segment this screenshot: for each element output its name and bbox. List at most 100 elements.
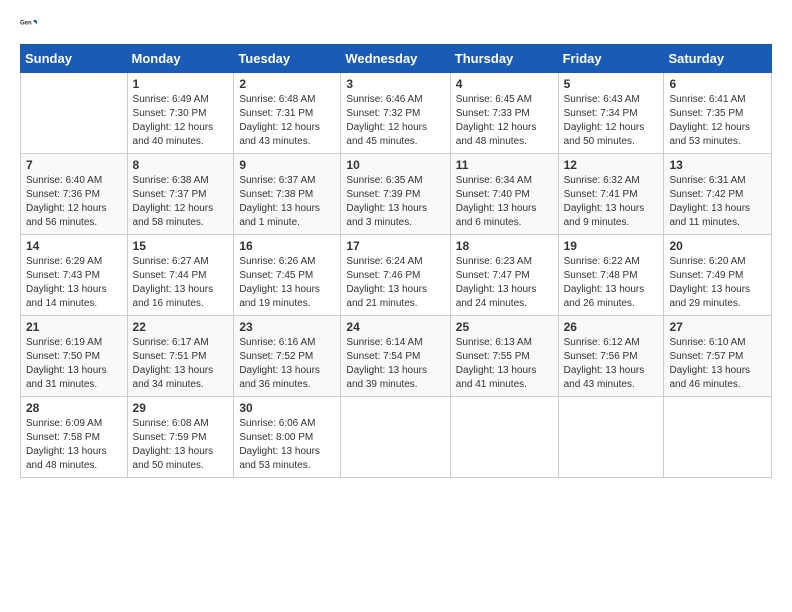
calendar-cell bbox=[450, 397, 558, 478]
day-number: 2 bbox=[239, 77, 335, 91]
day-number: 3 bbox=[346, 77, 444, 91]
calendar-cell bbox=[21, 73, 128, 154]
day-info: Sunrise: 6:13 AM Sunset: 7:55 PM Dayligh… bbox=[456, 336, 553, 392]
calendar-cell: 10Sunrise: 6:35 AM Sunset: 7:39 PM Dayli… bbox=[341, 154, 450, 235]
day-number: 25 bbox=[456, 320, 553, 334]
calendar-cell: 5 Sunrise: 6:43 AM Sunset: 7:34 PM Daylig… bbox=[558, 73, 664, 154]
logo-icon: Gen bbox=[20, 16, 38, 34]
day-info: Sunrise: 6:31 AM Sunset: 7:42 PM Dayligh… bbox=[669, 174, 766, 230]
day-number: 1 bbox=[133, 77, 229, 91]
weekday-header-saturday: Saturday bbox=[664, 45, 772, 73]
calendar-cell: 4 Sunrise: 6:45 AM Sunset: 7:33 PM Daylig… bbox=[450, 73, 558, 154]
calendar-cell: 6Sunrise: 6:41 AM Sunset: 7:35 PM Daylig… bbox=[664, 73, 772, 154]
calendar-cell: 17 Sunrise: 6:24 AM Sunset: 7:46 PM Dayli… bbox=[341, 235, 450, 316]
day-number: 18 bbox=[456, 239, 553, 253]
week-row-3: 14 Sunrise: 6:29 AM Sunset: 7:43 PM Dayli… bbox=[21, 235, 772, 316]
day-info: Sunrise: 6:35 AM Sunset: 7:39 PM Dayligh… bbox=[346, 174, 444, 230]
day-info: Sunrise: 6:17 AM Sunset: 7:51 PM Dayligh… bbox=[133, 336, 229, 392]
day-number: 29 bbox=[133, 401, 229, 415]
calendar-cell: 1 Sunrise: 6:49 AM Sunset: 7:30 PM Daylig… bbox=[127, 73, 234, 154]
header: Gen bbox=[20, 16, 772, 34]
day-info: Sunrise: 6:23 AM Sunset: 7:47 PM Dayligh… bbox=[456, 255, 553, 311]
svg-text:Gen: Gen bbox=[20, 20, 32, 26]
day-info: Sunrise: 6:16 AM Sunset: 7:52 PM Dayligh… bbox=[239, 336, 335, 392]
weekday-header-tuesday: Tuesday bbox=[234, 45, 341, 73]
page: Gen SundayMondayTuesdayWednesdayThursday… bbox=[0, 0, 792, 612]
day-number: 16 bbox=[239, 239, 335, 253]
week-row-5: 28Sunrise: 6:09 AM Sunset: 7:58 PM Dayli… bbox=[21, 397, 772, 478]
day-info: Sunrise: 6:22 AM Sunset: 7:48 PM Dayligh… bbox=[564, 255, 659, 311]
calendar-cell: 3Sunrise: 6:46 AM Sunset: 7:32 PM Daylig… bbox=[341, 73, 450, 154]
calendar-cell: 19 Sunrise: 6:22 AM Sunset: 7:48 PM Dayli… bbox=[558, 235, 664, 316]
day-number: 7 bbox=[26, 158, 122, 172]
day-number: 26 bbox=[564, 320, 659, 334]
day-info: Sunrise: 6:26 AM Sunset: 7:45 PM Dayligh… bbox=[239, 255, 335, 311]
day-number: 9 bbox=[239, 158, 335, 172]
day-info: Sunrise: 6:49 AM Sunset: 7:30 PM Dayligh… bbox=[133, 93, 229, 149]
day-info: Sunrise: 6:40 AM Sunset: 7:36 PM Dayligh… bbox=[26, 174, 122, 230]
day-number: 19 bbox=[564, 239, 659, 253]
calendar-cell: 14 Sunrise: 6:29 AM Sunset: 7:43 PM Dayli… bbox=[21, 235, 128, 316]
weekday-header-friday: Friday bbox=[558, 45, 664, 73]
week-row-2: 7 Sunrise: 6:40 AM Sunset: 7:36 PM Daylig… bbox=[21, 154, 772, 235]
calendar-cell: 28Sunrise: 6:09 AM Sunset: 7:58 PM Dayli… bbox=[21, 397, 128, 478]
week-row-1: 1 Sunrise: 6:49 AM Sunset: 7:30 PM Daylig… bbox=[21, 73, 772, 154]
day-info: Sunrise: 6:43 AM Sunset: 7:34 PM Dayligh… bbox=[564, 93, 659, 149]
day-number: 27 bbox=[669, 320, 766, 334]
day-info: Sunrise: 6:37 AM Sunset: 7:38 PM Dayligh… bbox=[239, 174, 335, 230]
calendar-cell: 24Sunrise: 6:14 AM Sunset: 7:54 PM Dayli… bbox=[341, 316, 450, 397]
day-info: Sunrise: 6:32 AM Sunset: 7:41 PM Dayligh… bbox=[564, 174, 659, 230]
day-number: 8 bbox=[133, 158, 229, 172]
calendar-cell: 7 Sunrise: 6:40 AM Sunset: 7:36 PM Daylig… bbox=[21, 154, 128, 235]
day-info: Sunrise: 6:34 AM Sunset: 7:40 PM Dayligh… bbox=[456, 174, 553, 230]
day-info: Sunrise: 6:48 AM Sunset: 7:31 PM Dayligh… bbox=[239, 93, 335, 149]
calendar-cell: 9 Sunrise: 6:37 AM Sunset: 7:38 PM Daylig… bbox=[234, 154, 341, 235]
day-number: 12 bbox=[564, 158, 659, 172]
day-info: Sunrise: 6:27 AM Sunset: 7:44 PM Dayligh… bbox=[133, 255, 229, 311]
day-number: 14 bbox=[26, 239, 122, 253]
day-info: Sunrise: 6:29 AM Sunset: 7:43 PM Dayligh… bbox=[26, 255, 122, 311]
calendar-cell: 26 Sunrise: 6:12 AM Sunset: 7:56 PM Dayli… bbox=[558, 316, 664, 397]
day-info: Sunrise: 6:10 AM Sunset: 7:57 PM Dayligh… bbox=[669, 336, 766, 392]
day-number: 22 bbox=[133, 320, 229, 334]
day-number: 24 bbox=[346, 320, 444, 334]
calendar-cell: 2 Sunrise: 6:48 AM Sunset: 7:31 PM Daylig… bbox=[234, 73, 341, 154]
day-number: 23 bbox=[239, 320, 335, 334]
day-number: 6 bbox=[669, 77, 766, 91]
day-info: Sunrise: 6:09 AM Sunset: 7:58 PM Dayligh… bbox=[26, 417, 122, 473]
calendar-cell: 29Sunrise: 6:08 AM Sunset: 7:59 PM Dayli… bbox=[127, 397, 234, 478]
day-info: Sunrise: 6:20 AM Sunset: 7:49 PM Dayligh… bbox=[669, 255, 766, 311]
day-number: 13 bbox=[669, 158, 766, 172]
day-number: 30 bbox=[239, 401, 335, 415]
day-number: 17 bbox=[346, 239, 444, 253]
calendar-table: SundayMondayTuesdayWednesdayThursdayFrid… bbox=[20, 44, 772, 478]
calendar-cell: 23 Sunrise: 6:16 AM Sunset: 7:52 PM Dayli… bbox=[234, 316, 341, 397]
day-number: 11 bbox=[456, 158, 553, 172]
weekday-header-row: SundayMondayTuesdayWednesdayThursdayFrid… bbox=[21, 45, 772, 73]
day-number: 21 bbox=[26, 320, 122, 334]
day-info: Sunrise: 6:45 AM Sunset: 7:33 PM Dayligh… bbox=[456, 93, 553, 149]
calendar-cell bbox=[341, 397, 450, 478]
weekday-header-sunday: Sunday bbox=[21, 45, 128, 73]
calendar-cell: 25 Sunrise: 6:13 AM Sunset: 7:55 PM Dayli… bbox=[450, 316, 558, 397]
calendar-cell: 16 Sunrise: 6:26 AM Sunset: 7:45 PM Dayli… bbox=[234, 235, 341, 316]
calendar-cell: 30 Sunrise: 6:06 AM Sunset: 8:00 PM Dayli… bbox=[234, 397, 341, 478]
calendar-cell: 12 Sunrise: 6:32 AM Sunset: 7:41 PM Dayli… bbox=[558, 154, 664, 235]
calendar-cell: 22 Sunrise: 6:17 AM Sunset: 7:51 PM Dayli… bbox=[127, 316, 234, 397]
day-info: Sunrise: 6:06 AM Sunset: 8:00 PM Dayligh… bbox=[239, 417, 335, 473]
day-number: 4 bbox=[456, 77, 553, 91]
calendar-cell: 11 Sunrise: 6:34 AM Sunset: 7:40 PM Dayli… bbox=[450, 154, 558, 235]
calendar-cell: 20 Sunrise: 6:20 AM Sunset: 7:49 PM Dayli… bbox=[664, 235, 772, 316]
day-number: 20 bbox=[669, 239, 766, 253]
day-info: Sunrise: 6:19 AM Sunset: 7:50 PM Dayligh… bbox=[26, 336, 122, 392]
day-number: 15 bbox=[133, 239, 229, 253]
weekday-header-monday: Monday bbox=[127, 45, 234, 73]
calendar-cell bbox=[664, 397, 772, 478]
calendar-cell: 15 Sunrise: 6:27 AM Sunset: 7:44 PM Dayli… bbox=[127, 235, 234, 316]
calendar-cell: 18 Sunrise: 6:23 AM Sunset: 7:47 PM Dayli… bbox=[450, 235, 558, 316]
day-info: Sunrise: 6:12 AM Sunset: 7:56 PM Dayligh… bbox=[564, 336, 659, 392]
day-number: 5 bbox=[564, 77, 659, 91]
day-info: Sunrise: 6:24 AM Sunset: 7:46 PM Dayligh… bbox=[346, 255, 444, 311]
calendar-cell: 21 Sunrise: 6:19 AM Sunset: 7:50 PM Dayli… bbox=[21, 316, 128, 397]
calendar-cell bbox=[558, 397, 664, 478]
